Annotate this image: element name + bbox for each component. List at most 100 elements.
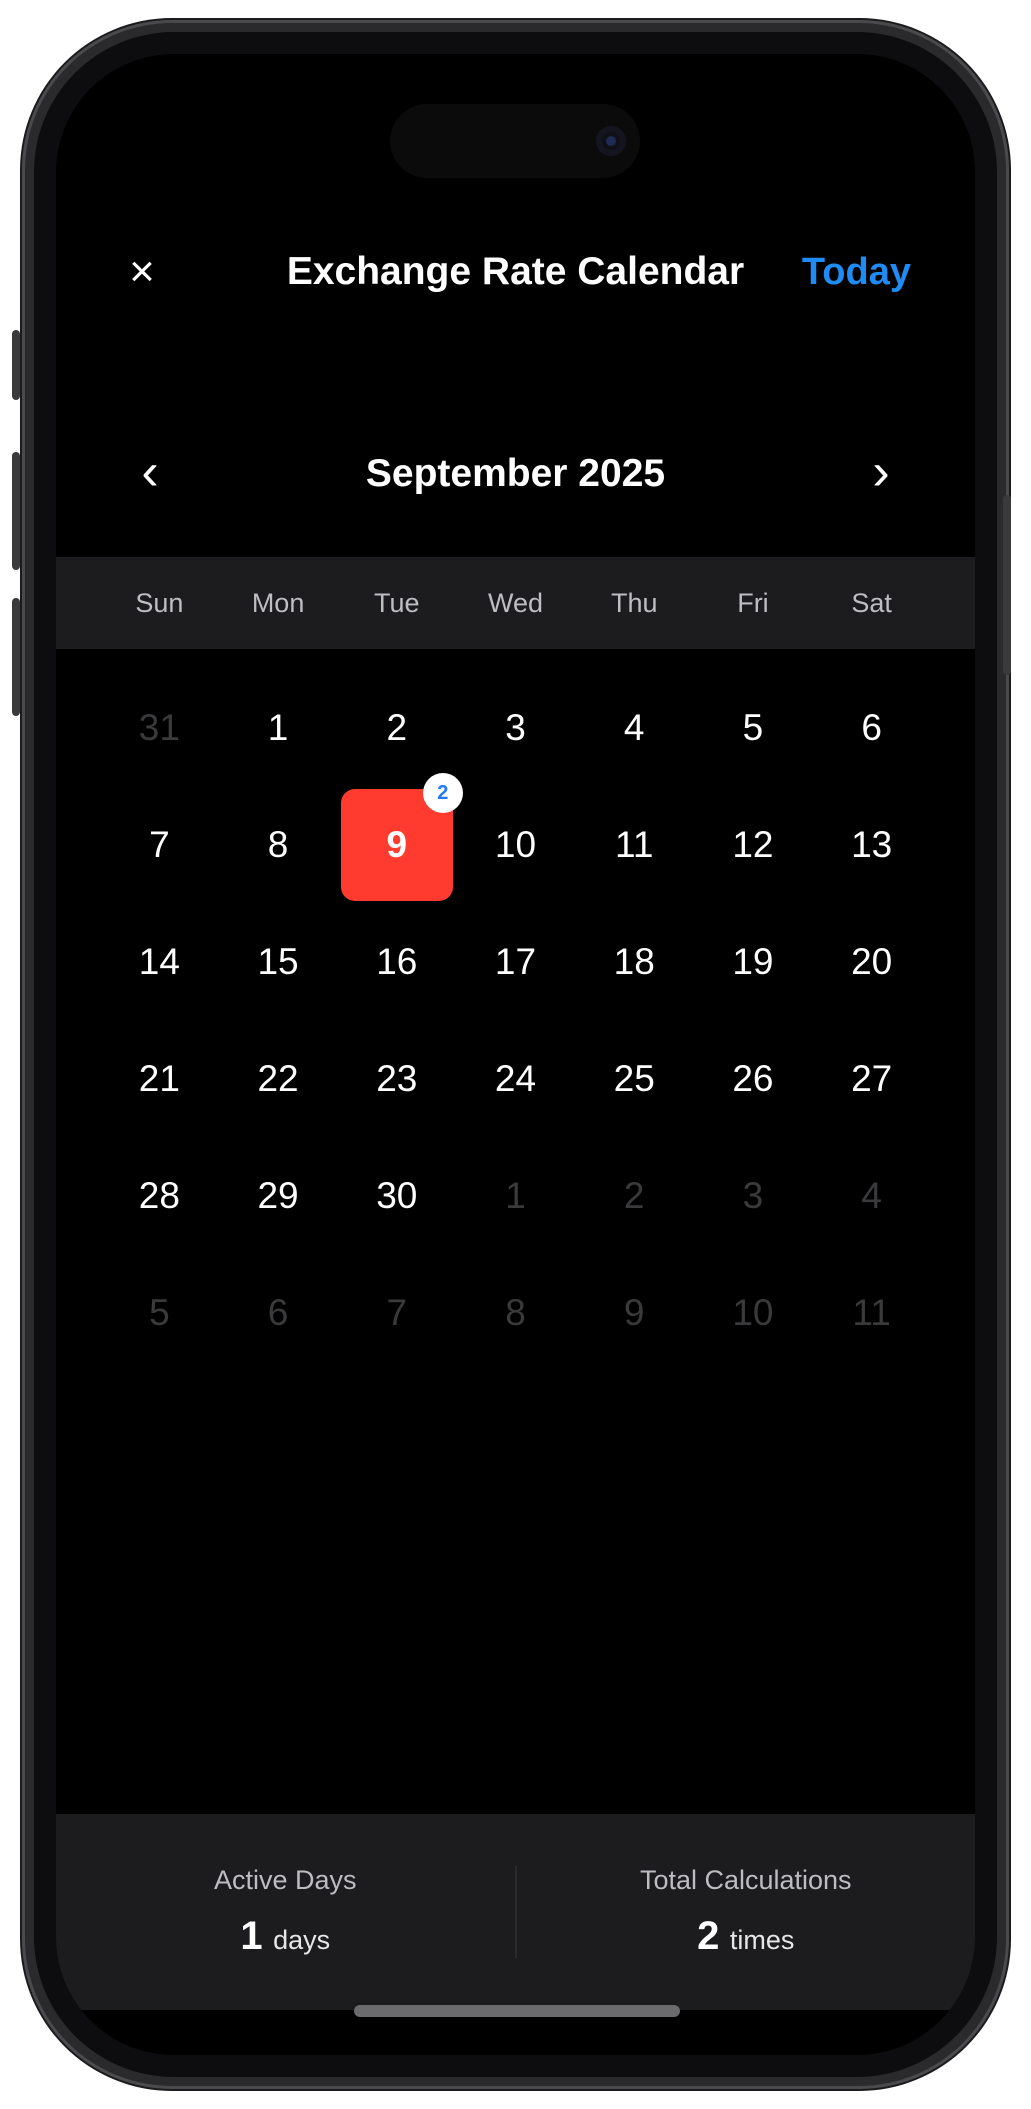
total-calculations-value-row: 2 times	[517, 1914, 976, 1967]
calendar-day[interactable]: 9	[575, 1254, 694, 1371]
day-number: 1	[505, 1174, 526, 1216]
active-days-unit: days	[273, 1925, 331, 1955]
calendar-day[interactable]: 10	[694, 1254, 813, 1371]
calendar-day[interactable]: 26	[694, 1020, 813, 1137]
weekday-tue: Tue	[374, 588, 420, 618]
calendar-day[interactable]: 20	[812, 903, 931, 1020]
calendar-day[interactable]: 2	[337, 669, 456, 786]
calendar-day-selected[interactable]: 92	[337, 772, 463, 903]
day-number: 23	[376, 1057, 418, 1099]
calendar-day[interactable]: 13	[812, 786, 931, 903]
day-number: 16	[376, 940, 418, 982]
app-screen: × Exchange Rate Calendar Today ‹ Septemb…	[56, 54, 975, 2055]
calendar-day[interactable]: 7	[100, 786, 219, 903]
day-number: 19	[732, 940, 774, 982]
day-number: 2	[386, 706, 408, 748]
day-number: 7	[386, 1291, 408, 1333]
calendar-day[interactable]: 10	[456, 786, 575, 903]
calendar-day[interactable]: 6	[219, 1254, 338, 1371]
calendar-day[interactable]: 12	[694, 786, 813, 903]
total-calculations-value: 2	[697, 1914, 720, 1958]
day-number: 10	[494, 823, 537, 865]
calendar-day[interactable]: 21	[100, 1020, 219, 1137]
camera-lens	[606, 136, 616, 146]
day-number: 17	[494, 940, 537, 982]
calendar-day[interactable]: 16	[337, 903, 456, 1020]
total-calculations-label: Total Calculations	[639, 1865, 852, 1895]
calendar-grid: 31 1 2 3 4 5 6 7 8 9 2 10 11 12 13 14 15 16 17 18 19 20 21 22 23…	[100, 669, 931, 1371]
chevron-right-icon[interactable]: ›	[851, 444, 911, 504]
calendar-day[interactable]: 11	[575, 786, 694, 903]
active-days-value-row: 1 days	[56, 1914, 515, 1967]
day-number: 30	[376, 1174, 418, 1216]
calendar-day[interactable]: 5	[694, 669, 813, 786]
day-number: 4	[861, 1174, 882, 1216]
weekday-header: Sun Mon Tue Wed Thu Fri Sat	[56, 557, 975, 649]
calendar-day[interactable]: 29	[219, 1137, 338, 1254]
day-number: 29	[257, 1174, 299, 1216]
calendar-day[interactable]: 5	[100, 1254, 219, 1371]
day-number: 18	[613, 940, 655, 982]
day-number: 25	[613, 1057, 655, 1099]
day-number: 9	[623, 1291, 645, 1333]
calendar-day[interactable]: 2	[575, 1137, 694, 1254]
day-number: 28	[138, 1174, 180, 1216]
active-days-label: Active Days	[213, 1865, 357, 1895]
today-button[interactable]: Today	[802, 244, 911, 300]
calendar-day[interactable]: 11	[812, 1254, 931, 1371]
calendar-day[interactable]: 8	[219, 786, 338, 903]
day-number: 1	[267, 706, 289, 748]
total-calculations-stat: Total Calculations 2 times	[517, 1814, 976, 2010]
day-number: 7	[149, 823, 170, 865]
weekday-sun: Sun	[135, 588, 184, 618]
stats-panel: Active Days 1 days Total Calculations 2 …	[56, 1814, 975, 2010]
calendar-day[interactable]: 4	[812, 1137, 931, 1254]
home-indicator[interactable]	[354, 2005, 680, 2017]
day-number: 13	[851, 823, 893, 865]
calendar-day[interactable]: 4	[575, 669, 694, 786]
weekday-mon: Mon	[251, 588, 305, 618]
calendar-day[interactable]: 31	[100, 669, 219, 786]
calendar-day[interactable]: 25	[575, 1020, 694, 1137]
calendar-day[interactable]: 1	[219, 669, 338, 786]
calendar-day[interactable]: 27	[812, 1020, 931, 1137]
day-number: 11	[614, 823, 654, 865]
calendar-day[interactable]: 6	[812, 669, 931, 786]
day-number: 4	[623, 706, 645, 748]
action-button	[12, 330, 20, 400]
day-number: 14	[138, 940, 180, 982]
day-number: 8	[505, 1291, 526, 1333]
calendar-day[interactable]: 1	[456, 1137, 575, 1254]
day-number: 6	[861, 706, 882, 748]
weekday-wed: Wed	[488, 588, 544, 618]
calendar-day[interactable]: 8	[456, 1254, 575, 1371]
calendar-day[interactable]: 14	[100, 903, 219, 1020]
active-days-stat: Active Days 1 days	[56, 1814, 515, 2010]
calendar-day[interactable]: 18	[575, 903, 694, 1020]
calculation-count-badge: 2	[422, 772, 463, 813]
calendar-day[interactable]: 30	[337, 1137, 456, 1254]
calendar-day[interactable]: 19	[694, 903, 813, 1020]
day-number: 5	[742, 706, 764, 748]
calendar-day[interactable]: 22	[219, 1020, 338, 1137]
calendar-day[interactable]: 3	[694, 1137, 813, 1254]
day-number: 3	[505, 706, 526, 748]
day-number: 21	[138, 1057, 180, 1099]
volume-down-button	[12, 598, 20, 716]
weekday-fri: Fri	[737, 588, 769, 618]
day-number: 15	[257, 940, 299, 982]
calendar-day[interactable]: 3	[456, 669, 575, 786]
calendar-day[interactable]: 28	[100, 1137, 219, 1254]
day-number: 24	[494, 1057, 537, 1099]
calendar-day[interactable]: 24	[456, 1020, 575, 1137]
day-number: 6	[267, 1291, 289, 1333]
calendar-day[interactable]: 23	[337, 1020, 456, 1137]
day-number: 26	[732, 1057, 774, 1099]
calendar-day[interactable]: 7	[337, 1254, 456, 1371]
calendar-day[interactable]: 17	[456, 903, 575, 1020]
day-number: 8	[267, 823, 289, 865]
calendar-day[interactable]: 15	[219, 903, 338, 1020]
active-days-value: 1	[240, 1914, 263, 1958]
day-number: 27	[851, 1057, 893, 1099]
month-label: September 2025	[365, 452, 666, 495]
